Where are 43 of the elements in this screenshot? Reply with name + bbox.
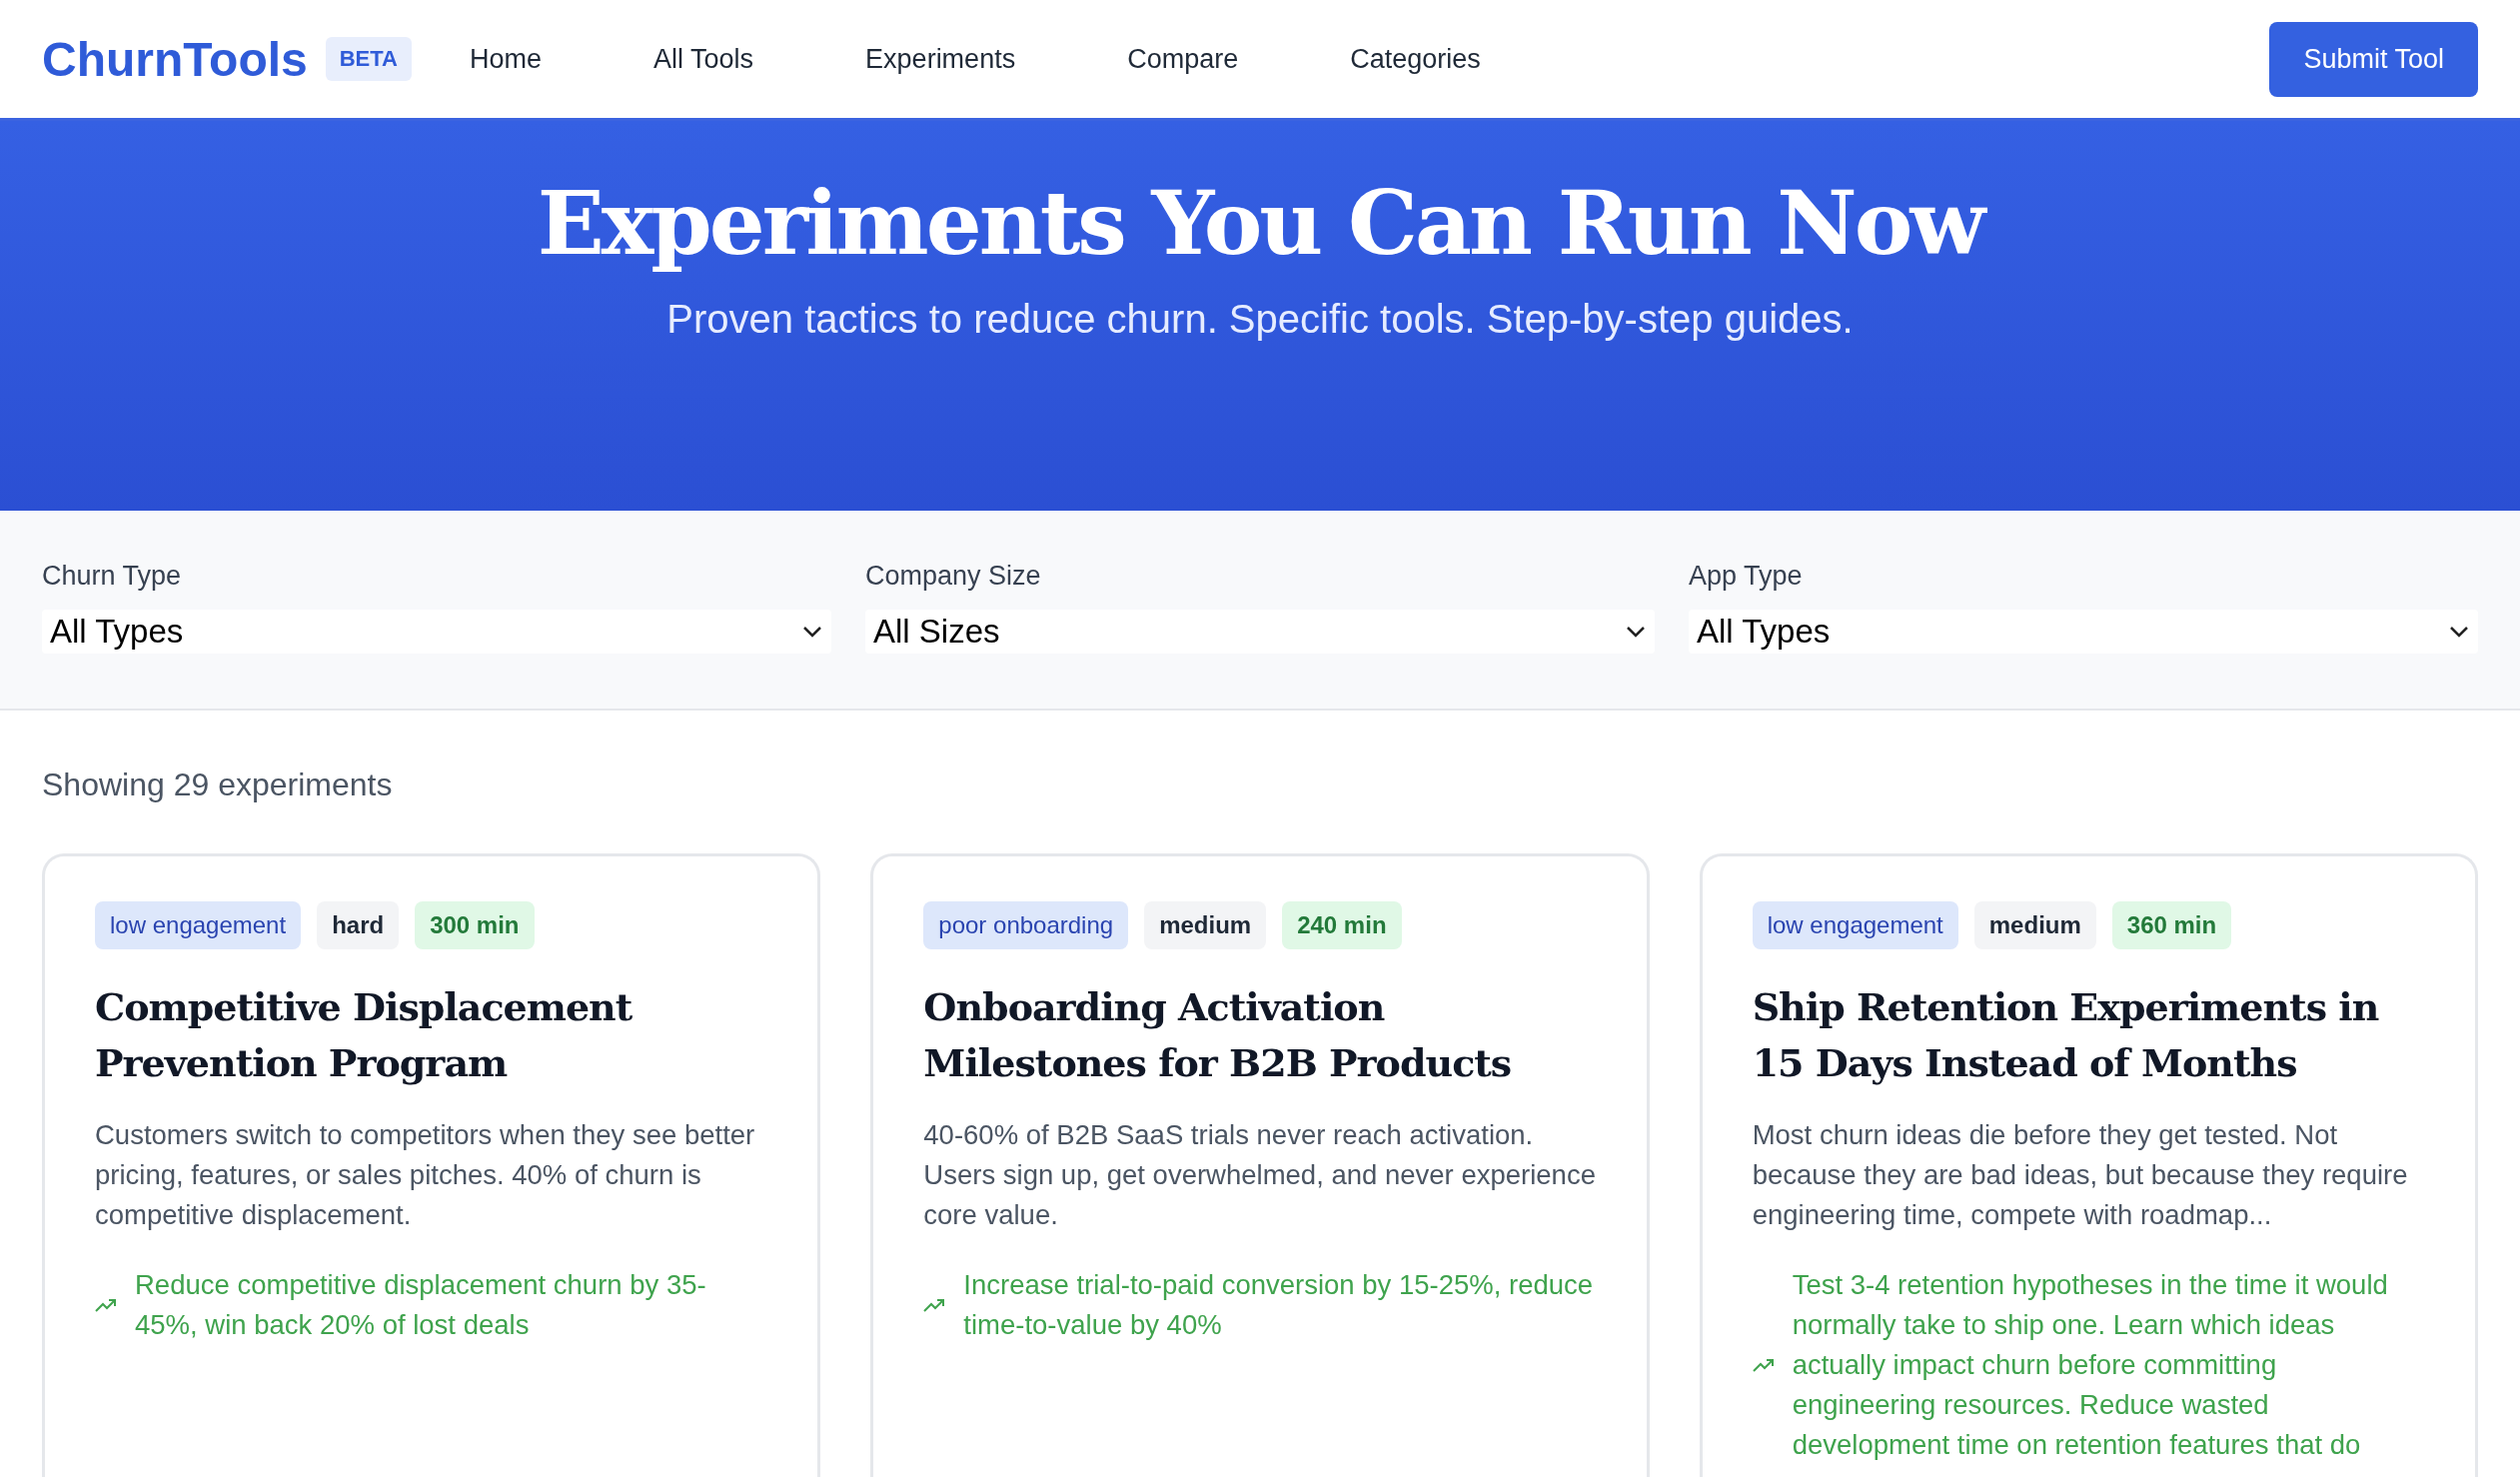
chevron-down-icon — [1625, 625, 1647, 639]
tag: 300 min — [415, 901, 535, 949]
card-title: Onboarding Activation Milestones for B2B Products — [923, 983, 1513, 1087]
tag: 240 min — [1282, 901, 1402, 949]
filter-dropdown[interactable]: All Types — [42, 610, 831, 654]
chevron-down-icon — [2448, 625, 2470, 639]
submit-tool-button[interactable]: Submit Tool — [2269, 21, 2478, 97]
results-count: Showing 29 experiments — [42, 766, 394, 803]
nav-link[interactable]: All Tools — [653, 43, 754, 75]
nav-link[interactable]: Home — [470, 43, 543, 75]
filter-label: App Type — [1689, 561, 1804, 592]
filter-dropdown[interactable]: All Types — [1689, 610, 2478, 654]
tag: hard — [317, 901, 400, 949]
card-title: Ship Retention Experiments in 15 Days Instead of Months — [1752, 983, 2380, 1087]
experiment-card[interactable] — [1699, 853, 2478, 1477]
nav-link[interactable]: Compare — [1127, 43, 1239, 75]
nav-link[interactable]: Experiments — [865, 43, 1016, 75]
chevron-down-icon — [801, 625, 823, 639]
tag: low engagement — [95, 901, 302, 949]
card-title: Competitive Displacement Prevention Program — [95, 983, 633, 1087]
experiment-card[interactable] — [870, 853, 1650, 1477]
card-outcome: Increase trial-to-paid conversion by 15-25%, reduce time-to-value by 40% — [963, 1268, 1595, 1342]
filter-label: Company Size — [865, 561, 1042, 592]
card-description: 40-60% of B2B SaaS trials never reach activation. Users sign up, get overwhelmed, and never experience core value. — [923, 1118, 1597, 1232]
beta-badge: BETA — [325, 37, 412, 81]
filter-dropdown[interactable]: All Sizes — [865, 610, 1655, 654]
card-outcome: Reduce competitive displacement churn by 35-45%, win back 20% of lost deals — [135, 1268, 707, 1342]
logo[interactable]: ChurnTools — [42, 31, 308, 87]
tag: 360 min — [2111, 901, 2232, 949]
tag: poor onboarding — [923, 901, 1129, 949]
filter-label: Churn Type — [42, 561, 183, 592]
trending-up-icon — [923, 1297, 946, 1313]
tag: low engagement — [1752, 901, 1958, 949]
trending-up-icon — [1752, 1357, 1775, 1373]
card-description: Customers switch to competitors when they see better pricing, features, or sales pitches. 40% of churn is competitive displacement. — [95, 1118, 756, 1232]
nav-link[interactable]: Categories — [1350, 43, 1481, 75]
card-outcome: Test 3-4 retention hypotheses in the time it would normally take to ship one. Learn which ideas actually impact churn before committing engineering resources. Reduce wasted development time on retention features that do — [1792, 1268, 2389, 1462]
experiment-card[interactable] — [42, 853, 821, 1477]
card-description: Most churn ideas die before they get tested. Not because they are bad ideas, but because they require engineering time, compete with roadmap... — [1752, 1118, 2409, 1232]
tag: medium — [1973, 901, 2096, 949]
tag: medium — [1144, 901, 1267, 949]
hero-subtitle: Proven tactics to reduce churn. Specific tools. Step-by-step guides. — [666, 297, 1854, 342]
trending-up-icon — [95, 1297, 117, 1313]
